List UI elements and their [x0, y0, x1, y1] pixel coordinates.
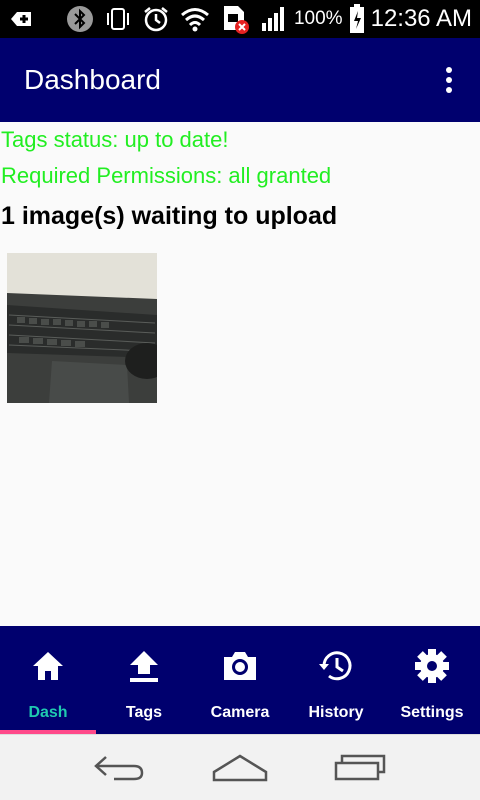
history-icon	[316, 646, 356, 686]
dashboard-content: Tags status: up to date! Required Permis…	[0, 122, 480, 626]
more-vert-icon[interactable]	[434, 60, 464, 100]
upload-icon	[124, 646, 164, 686]
nav-label-camera: Camera	[210, 704, 270, 721]
home-outline-icon[interactable]	[210, 748, 270, 788]
sim-error-icon	[220, 4, 250, 34]
app-bar: Dashboard	[0, 38, 480, 122]
bottom-navigation: Dash Tags Camera History Settings	[0, 626, 480, 734]
permissions-status-text: Required Permissions: all granted	[1, 163, 332, 188]
nav-label-history: History	[308, 704, 364, 721]
settings-icon	[412, 646, 452, 686]
nav-item-camera[interactable]: Camera	[192, 626, 288, 734]
wifi-icon	[180, 6, 210, 32]
alarm-icon	[142, 5, 170, 33]
system-navigation-bar	[0, 734, 480, 800]
battery-percent: 100%	[293, 8, 343, 29]
page-title: Dashboard	[24, 64, 161, 95]
battery-charging-icon	[349, 4, 365, 34]
home-icon	[28, 646, 68, 686]
bluetooth-icon	[66, 5, 94, 33]
upload-queue-heading: 1 image(s) waiting to upload	[1, 202, 338, 230]
add-box-icon	[8, 6, 34, 32]
nav-item-history[interactable]: History	[288, 626, 384, 734]
nav-item-dash[interactable]: Dash	[0, 626, 96, 734]
back-icon[interactable]	[90, 748, 150, 788]
nav-item-settings[interactable]: Settings	[384, 626, 480, 734]
nav-label-dash: Dash	[28, 704, 68, 721]
nav-item-tags[interactable]: Tags	[96, 626, 192, 734]
pending-image-thumbnail[interactable]	[7, 253, 157, 403]
vibrate-icon	[104, 5, 132, 33]
recents-icon[interactable]	[330, 748, 390, 788]
tags-status-text: Tags status: up to date!	[1, 127, 229, 152]
status-bar: 100% 12:36 AM	[0, 0, 480, 38]
nav-label-settings: Settings	[400, 704, 464, 721]
nav-label-tags: Tags	[125, 704, 163, 721]
signal-icon	[260, 5, 288, 33]
camera-icon	[220, 646, 260, 686]
clock: 12:36 AM	[370, 5, 472, 32]
